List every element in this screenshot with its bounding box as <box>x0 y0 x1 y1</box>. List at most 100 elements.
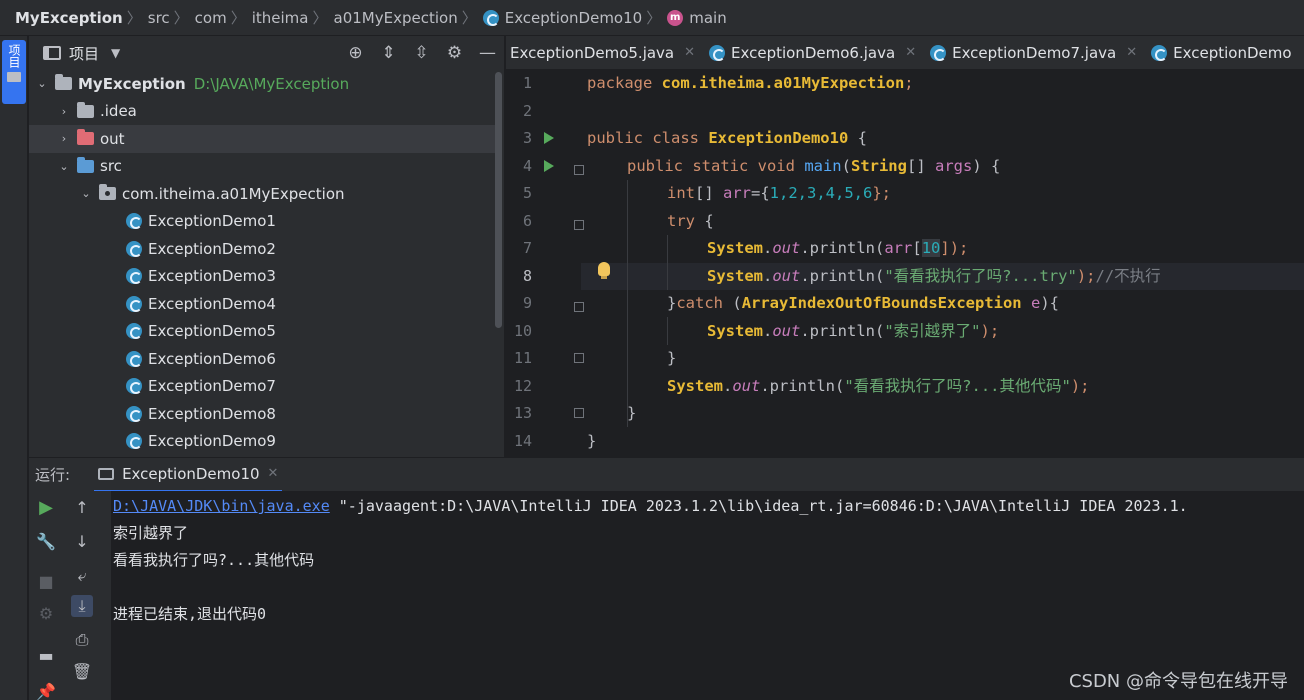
project-tree-scrollbar[interactable] <box>495 72 502 328</box>
tree-item-label: ExceptionDemo5 <box>148 322 276 341</box>
close-icon[interactable]: ✕ <box>905 45 916 60</box>
scroll-to-end-icon[interactable]: ⤓ <box>71 595 93 617</box>
tab-exceptiondemo-truncated[interactable]: ExceptionDemo <box>1147 36 1301 69</box>
run-tab-label: ExceptionDemo10 <box>122 464 260 483</box>
tab-label: ExceptionDemo6.java <box>731 43 896 62</box>
chevron-down-icon[interactable]: ⌄ <box>57 160 71 173</box>
tree-item-out[interactable]: › out <box>29 125 495 153</box>
line-number: 12 <box>513 376 532 395</box>
indent-guide <box>667 317 668 345</box>
collapse-all-icon[interactable]: ⇳ <box>405 44 438 62</box>
code-line-4: public static void main(String[] args) { <box>627 156 1001 175</box>
layout-icon[interactable]: ▬ <box>35 645 57 667</box>
fold-icon[interactable] <box>574 220 584 230</box>
breadcrumb-itheima[interactable]: itheima <box>252 9 309 27</box>
lightbulb-icon[interactable] <box>598 262 610 279</box>
line-number: 6 <box>522 211 532 230</box>
tree-item-class[interactable]: ExceptionDemo2 <box>29 235 495 263</box>
breadcrumb-method-label: main <box>689 8 727 27</box>
hide-panel-icon[interactable]: — <box>471 44 504 62</box>
project-panel-toolbar: ⊕ ⇕ ⇳ ⚙ — <box>339 44 504 62</box>
code-editor[interactable]: 1 2 3 4 5 6 7 8 9 10 11 12 13 14 package… <box>506 70 1304 457</box>
breadcrumb-separator: 〉 <box>312 9 328 27</box>
tab-exceptiondemo6[interactable]: ExceptionDemo6.java ✕ <box>705 36 926 69</box>
expand-all-icon[interactable]: ⇕ <box>372 44 405 62</box>
chevron-down-icon[interactable]: ⌄ <box>79 187 93 200</box>
code-line-1: package com.itheima.a01MyExpection; <box>587 74 914 92</box>
java-class-icon <box>126 213 142 230</box>
breadcrumb: MyException 〉 src 〉 com 〉 itheima 〉 a01MyExp… <box>0 0 1304 36</box>
code-line-10: System.out.println("索引越界了"); <box>707 321 1000 340</box>
tree-item-class[interactable]: ExceptionDemo7 <box>29 373 495 401</box>
folder-icon <box>7 72 21 82</box>
tree-item-src[interactable]: ⌄ src <box>29 153 495 181</box>
project-folder-icon <box>55 74 72 91</box>
run-label: 运行: <box>35 466 71 484</box>
project-tab-label: 项目 <box>7 44 21 68</box>
gear-icon[interactable]: ⚙ <box>438 44 471 62</box>
line-number: 9 <box>522 294 532 312</box>
tab-label: ExceptionDemo5.java <box>510 43 675 62</box>
run-tab-exceptiondemo10[interactable]: ExceptionDemo10 ✕ <box>94 458 283 492</box>
fold-icon[interactable] <box>574 408 584 418</box>
project-tree: ⌄ MyException D:\JAVA\MyException › .ide… <box>29 70 495 455</box>
java-class-icon <box>126 433 142 450</box>
code-line-7: System.out.println(arr[10]); <box>707 239 969 257</box>
tree-root-row[interactable]: ⌄ MyException D:\JAVA\MyException <box>29 70 495 98</box>
tree-item-label: ExceptionDemo7 <box>148 377 276 396</box>
breadcrumb-src[interactable]: src <box>148 9 170 27</box>
code-line-3: public class ExceptionDemo10 { <box>587 129 867 147</box>
fold-icon[interactable] <box>574 165 584 175</box>
tree-item-class[interactable]: ExceptionDemo4 <box>29 290 495 318</box>
breadcrumb-package[interactable]: a01MyExpection <box>334 9 458 27</box>
fold-icon[interactable] <box>574 353 584 363</box>
tab-exceptiondemo5[interactable]: ExceptionDemo5.java ✕ <box>506 36 705 69</box>
close-icon[interactable]: ✕ <box>684 45 695 60</box>
close-icon[interactable]: ✕ <box>1126 45 1137 60</box>
tab-label: ExceptionDemo7.java <box>952 43 1117 62</box>
run-main-icon[interactable] <box>544 160 554 172</box>
stop-icon[interactable]: ■ <box>35 571 57 593</box>
locate-icon[interactable]: ⊕ <box>339 44 372 62</box>
tree-item-package[interactable]: ⌄ com.itheima.a01MyExpection <box>29 180 495 208</box>
fold-icon[interactable] <box>574 302 584 312</box>
tree-item-class[interactable]: ExceptionDemo8 <box>29 400 495 428</box>
line-number: 7 <box>522 239 532 257</box>
java-class-icon <box>482 9 499 26</box>
close-icon[interactable]: ✕ <box>268 466 279 481</box>
run-class-icon[interactable] <box>544 132 554 144</box>
breadcrumb-com[interactable]: com <box>195 9 227 27</box>
breadcrumb-project[interactable]: MyException <box>15 9 123 27</box>
tree-item-idea[interactable]: › .idea <box>29 98 495 126</box>
soft-wrap-icon[interactable]: ⤶ <box>71 565 93 587</box>
indent-guide <box>627 180 628 427</box>
tree-item-class[interactable]: ExceptionDemo1 <box>29 208 495 236</box>
breadcrumb-class[interactable]: ExceptionDemo10 <box>482 9 642 27</box>
run-toolbar-secondary: ↑ ↓ ⤶ ⤓ ⎙ 🗑 <box>65 491 99 700</box>
arrow-down-icon[interactable]: ↓ <box>71 531 93 553</box>
tab-exceptiondemo7[interactable]: ExceptionDemo7.java ✕ <box>926 36 1147 69</box>
print-icon[interactable]: ⎙ <box>71 629 93 651</box>
rerun-icon[interactable]: ▶ <box>35 497 57 519</box>
tree-item-label: ExceptionDemo4 <box>148 294 276 313</box>
chevron-right-icon[interactable]: › <box>57 105 71 118</box>
chevron-down-icon[interactable]: ▼ <box>111 46 120 60</box>
tree-item-class[interactable]: ExceptionDemo6 <box>29 345 495 373</box>
code-line-14: } <box>587 431 597 450</box>
chevron-right-icon[interactable]: › <box>57 132 71 145</box>
line-number: 10 <box>513 321 532 340</box>
java-exe-link[interactable]: D:\JAVA\JDK\bin\java.exe <box>113 497 330 515</box>
java-class-icon <box>1151 44 1168 61</box>
trash-icon[interactable]: 🗑 <box>71 661 93 683</box>
tree-item-class[interactable]: ExceptionDemo9 <box>29 428 495 456</box>
breadcrumb-method[interactable]: m main <box>667 8 727 27</box>
pin-icon[interactable]: 📌 <box>35 681 57 700</box>
project-tool-window-button[interactable]: 项目 <box>2 40 26 104</box>
chevron-down-icon[interactable]: ⌄ <box>35 77 49 90</box>
project-panel-title[interactable]: 项目 <box>69 43 99 64</box>
settings-dim-icon[interactable]: ⚙ <box>35 603 57 625</box>
wrench-icon[interactable]: 🔧 <box>35 531 57 553</box>
tree-item-class[interactable]: ExceptionDemo3 <box>29 263 495 291</box>
tree-item-class[interactable]: ExceptionDemo5 <box>29 318 495 346</box>
arrow-up-icon[interactable]: ↑ <box>71 497 93 519</box>
